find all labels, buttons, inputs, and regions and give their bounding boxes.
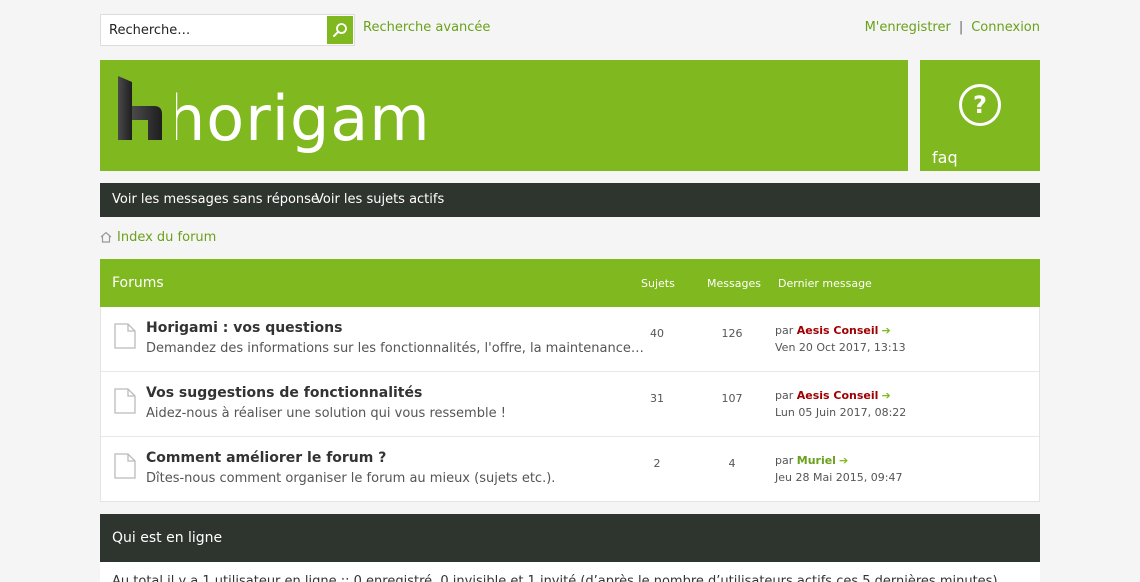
forum-row: Horigami : vos questions Demandez des in… [101,307,1039,372]
topics-column-header: Sujets [641,277,675,290]
search-button[interactable] [327,16,353,44]
active-topics-link[interactable]: Voir les sujets actifs [315,192,444,207]
by-prefix: par [775,324,794,337]
forums-header: Forums Sujets Messages Dernier message [100,259,1040,307]
advanced-search-link[interactable]: Recherche avancée [363,20,490,35]
forum-row: Comment améliorer le forum ? Dîtes-nous … [101,437,1039,502]
forum-description: Demandez des informations sur les foncti… [146,341,644,356]
forums-title: Forums [112,275,164,291]
last-post-column-header: Dernier message [778,277,872,290]
last-post-date: Ven 20 Oct 2017, 13:13 [775,341,906,354]
posts-column-header: Messages [707,277,761,290]
last-post-author: par Muriel ➔ [775,454,848,467]
last-post-user-link[interactable]: Aesis Conseil [797,389,879,402]
search-icon [333,23,347,37]
forum-title-link[interactable]: Vos suggestions de fonctionnalités [146,385,422,401]
last-post-author: par Aesis Conseil ➔ [775,324,891,337]
last-post-date: Jeu 28 Mai 2015, 09:47 [775,471,903,484]
last-post-date: Lun 05 Juin 2017, 08:22 [775,406,907,419]
forum-row: Vos suggestions de fonctionnalités Aidez… [101,372,1039,437]
search-box [100,14,355,46]
question-circle-icon: ? [959,84,1001,126]
logo-text: horigami [166,82,436,155]
forums-list: Horigami : vos questions Demandez des in… [100,307,1040,502]
who-is-online-header: Qui est en ligne [100,514,1040,562]
faq-tile[interactable]: ? faq [920,60,1040,171]
top-bar: Recherche avancée M'enregistrer | Connexio… [100,14,1040,46]
logo-area[interactable]: horigami [100,60,908,171]
forum-title-link[interactable]: Horigami : vos questions [146,320,342,336]
topics-count: 31 [650,392,664,405]
who-is-online-title: Qui est en ligne [112,530,223,546]
posts-count: 126 [721,327,743,340]
header-banner: horigami ? faq [100,60,1040,171]
auth-links: M'enregistrer | Connexion [865,20,1040,35]
last-post-user-link[interactable]: Aesis Conseil [797,324,879,337]
login-link[interactable]: Connexion [971,20,1040,35]
nav-bar: Voir les messages sans réponse Voir les … [100,183,1040,217]
last-post-user-link[interactable]: Muriel [797,454,836,467]
forum-index-link[interactable]: Index du forum [117,230,216,245]
forum-read-icon [114,323,136,349]
posts-count: 107 [721,392,743,405]
auth-separator: | [958,20,964,35]
goto-last-post-icon[interactable]: ➔ [881,389,890,402]
forum-read-icon [114,453,136,479]
horigami-logo: horigami [118,76,436,155]
register-link[interactable]: M'enregistrer [865,20,951,35]
goto-last-post-icon[interactable]: ➔ [839,454,848,467]
who-is-online-body: Au total il y a 1 utilisateur en ligne :… [100,562,1040,582]
forum-read-icon [114,388,136,414]
by-prefix: par [775,389,794,402]
breadcrumb: Index du forum [100,230,1040,248]
unanswered-posts-link[interactable]: Voir les messages sans réponse [112,192,319,207]
home-icon [100,231,112,243]
who-is-online-text: Au total il y a 1 utilisateur en ligne :… [112,574,998,582]
by-prefix: par [775,454,794,467]
forum-title-link[interactable]: Comment améliorer le forum ? [146,450,386,466]
search-input[interactable] [101,15,327,45]
faq-label: faq [932,148,958,167]
last-post-author: par Aesis Conseil ➔ [775,389,891,402]
topics-count: 2 [653,457,661,470]
forum-description: Dîtes-nous comment organiser le forum au… [146,471,556,486]
forum-description: Aidez-nous à réaliser une solution qui v… [146,406,506,421]
goto-last-post-icon[interactable]: ➔ [881,324,890,337]
topics-count: 40 [650,327,664,340]
posts-count: 4 [728,457,736,470]
